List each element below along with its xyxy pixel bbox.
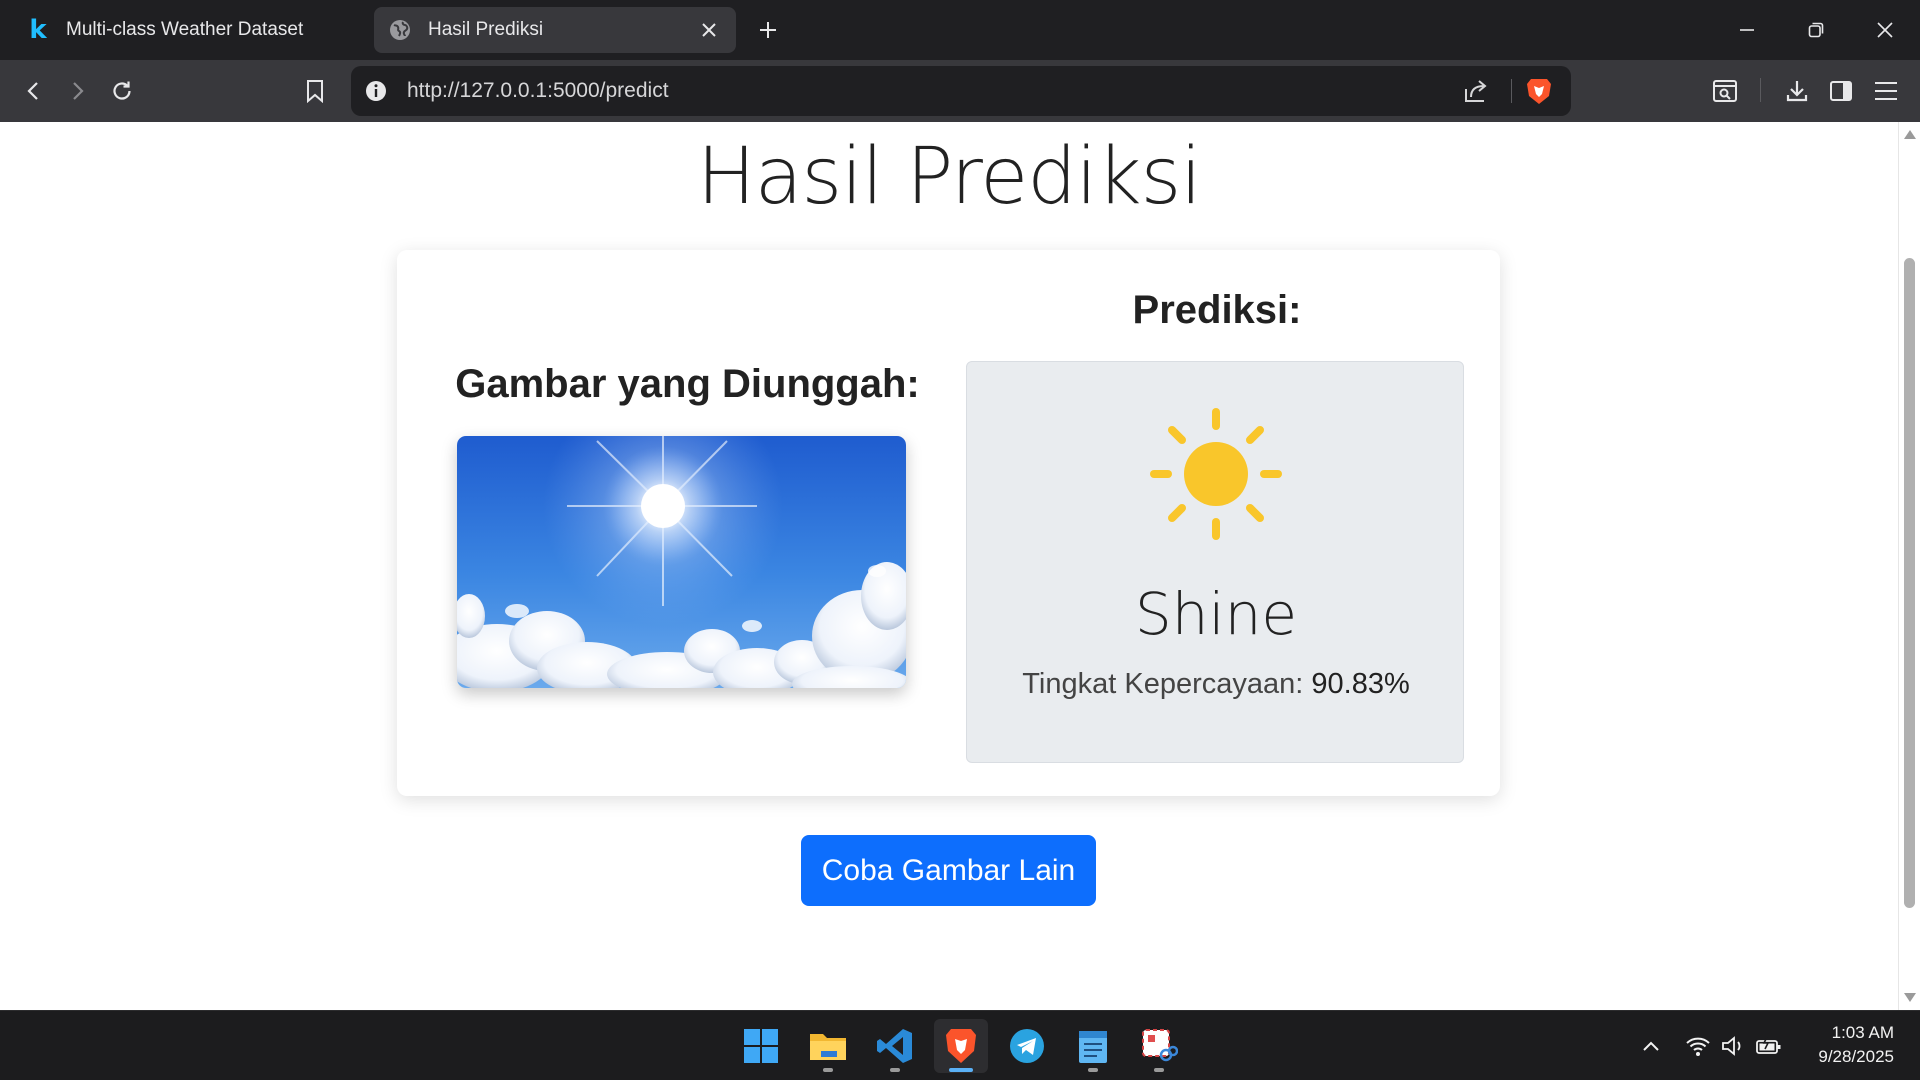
tab-title: Hasil Prediksi	[428, 19, 544, 40]
prediction-label: Shine	[1134, 580, 1298, 648]
toolbar-divider	[1760, 78, 1761, 102]
volume-icon[interactable]	[1719, 1032, 1747, 1060]
result-card: Gambar yang Diunggah: Prediksi: Shine Ti…	[397, 250, 1500, 796]
confidence-label: Tingkat Kepercayaan:	[1022, 668, 1304, 700]
tab-title: Multi-class Weather Dataset	[66, 19, 304, 40]
scrollbar-thumb[interactable]	[1904, 258, 1915, 908]
menu-icon[interactable]	[1868, 73, 1904, 109]
page-viewport: Hasil Prediksi Gambar yang Diunggah: Pre…	[0, 122, 1898, 1010]
brave-shields-icon[interactable]	[1525, 76, 1553, 106]
prediction-panel: Shine Tingkat Kepercayaan: 90.83%	[966, 361, 1464, 763]
close-window-icon[interactable]	[1862, 12, 1908, 48]
tab-multi-class-weather-dataset[interactable]: k Multi-class Weather Dataset	[12, 7, 357, 53]
scroll-down-icon[interactable]	[1904, 993, 1916, 1002]
vertical-scrollbar[interactable]	[1898, 122, 1920, 1010]
telegram-icon[interactable]	[1000, 1019, 1054, 1073]
site-info-icon[interactable]	[364, 79, 388, 103]
brave-browser-icon[interactable]	[934, 1019, 988, 1073]
omnibox-divider	[1511, 79, 1512, 103]
downloads-icon[interactable]	[1779, 73, 1815, 109]
browser-tab-bar: k Multi-class Weather Dataset Hasil Pred…	[0, 0, 1920, 60]
sidebar-toggle-icon[interactable]	[1823, 73, 1859, 109]
close-tab-icon[interactable]	[696, 17, 722, 43]
globe-icon	[386, 16, 414, 44]
file-explorer-icon[interactable]	[801, 1019, 855, 1073]
restore-icon[interactable]	[1793, 12, 1839, 48]
address-bar[interactable]: http://127.0.0.1:5000/predict	[351, 66, 1571, 116]
minimize-icon[interactable]	[1724, 12, 1770, 48]
browser-toolbar: http://127.0.0.1:5000/predict	[0, 60, 1920, 122]
try-another-image-button[interactable]: Coba Gambar Lain	[801, 835, 1096, 906]
snipping-tool-icon[interactable]	[1132, 1019, 1186, 1073]
clock-date: 9/28/2025	[1818, 1047, 1894, 1066]
sun-icon	[1148, 406, 1284, 542]
uploaded-image-heading: Gambar yang Diunggah:	[455, 362, 920, 406]
windows-taskbar: 1:03 AM 9/28/2025	[0, 1010, 1920, 1080]
bookmark-icon[interactable]	[297, 73, 333, 109]
back-icon[interactable]	[16, 73, 52, 109]
visual-studio-code-icon[interactable]	[868, 1019, 922, 1073]
url-text[interactable]: http://127.0.0.1:5000/predict	[407, 79, 669, 103]
share-icon[interactable]	[1462, 77, 1490, 105]
scroll-up-icon[interactable]	[1904, 130, 1916, 139]
reload-icon[interactable]	[104, 73, 140, 109]
clock-time: 1:03 AM	[1831, 1023, 1894, 1042]
prediction-heading: Prediksi:	[1132, 288, 1302, 332]
notepad-icon[interactable]	[1066, 1019, 1120, 1073]
windows-start-icon[interactable]	[734, 1019, 788, 1073]
tab-hasil-prediksi[interactable]: Hasil Prediksi	[374, 7, 736, 53]
uploaded-image	[457, 436, 906, 688]
forward-icon[interactable]	[59, 73, 95, 109]
confidence-line: Tingkat Kepercayaan: 90.83%	[967, 668, 1465, 701]
wifi-icon[interactable]	[1684, 1032, 1712, 1060]
system-clock[interactable]: 1:03 AM 9/28/2025	[1818, 1021, 1894, 1069]
show-hidden-icons-icon[interactable]	[1637, 1032, 1665, 1060]
battery-icon[interactable]	[1755, 1032, 1783, 1060]
page-title: Hasil Prediksi	[697, 132, 1202, 222]
new-tab-icon[interactable]	[752, 14, 784, 46]
reading-mode-icon[interactable]	[1707, 73, 1743, 109]
kaggle-icon: k	[29, 15, 47, 45]
confidence-value: 90.83%	[1311, 668, 1410, 700]
